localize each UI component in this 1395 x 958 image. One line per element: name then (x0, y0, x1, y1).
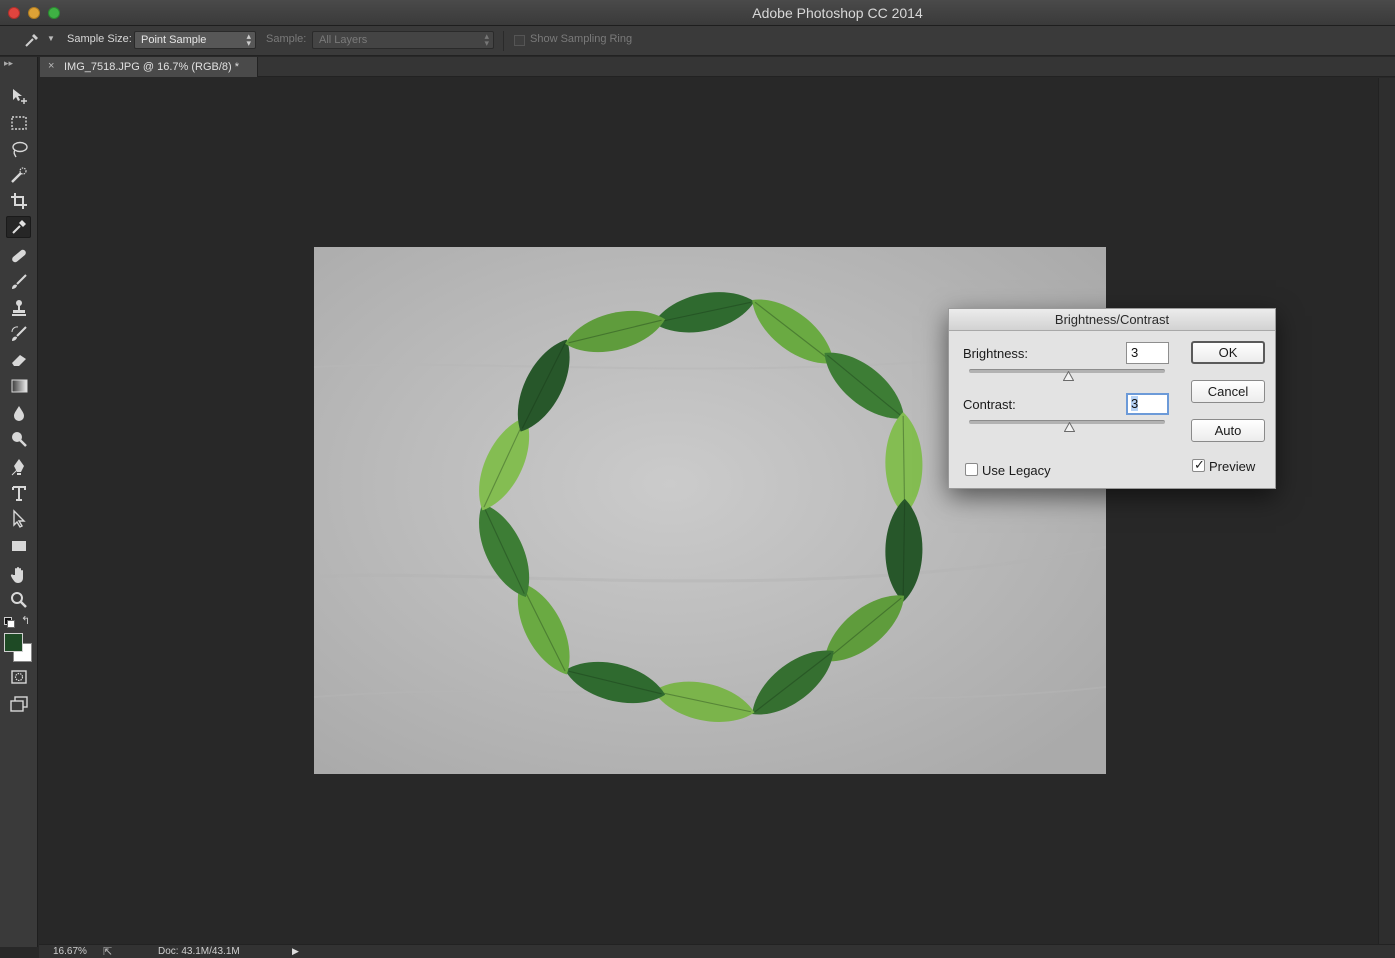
select-arrows-icon: ▴ ▾ (246, 31, 251, 48)
hand-tool[interactable] (6, 564, 31, 586)
close-tab-icon[interactable]: × (48, 60, 54, 72)
show-sampling-ring-label: Show Sampling Ring (530, 33, 633, 45)
tools-panel: ▸▸ ↰ (0, 57, 38, 947)
contrast-slider-thumb[interactable] (1064, 422, 1075, 432)
cancel-button[interactable]: Cancel (1191, 380, 1265, 403)
magnifier-icon (10, 592, 27, 608)
eraser-tool[interactable] (6, 349, 31, 371)
dodge-tool[interactable] (6, 428, 31, 450)
foreground-color-swatch[interactable] (4, 633, 23, 652)
sample-layers-value: All Layers (319, 34, 368, 46)
shape-tool[interactable] (6, 535, 31, 557)
sample-size-label: Sample Size: (67, 33, 132, 45)
swap-colors-icon[interactable]: ↰ (21, 614, 30, 627)
rectangle-icon (11, 541, 26, 551)
move-tool[interactable] (6, 85, 31, 107)
quick-mask-icon (10, 670, 27, 684)
brightness-value: 3 (1131, 345, 1139, 360)
bandage-icon (11, 249, 26, 263)
eraser-icon (11, 355, 26, 366)
document-info: Doc: 43.1M/43.1M (158, 946, 240, 957)
gradient-icon (11, 379, 27, 393)
pen-icon (11, 459, 24, 476)
status-bar: 16.67% ⇱ Doc: 43.1M/43.1M ▶ (39, 944, 1395, 958)
sample-label: Sample: (266, 33, 307, 45)
move-icon (12, 89, 27, 104)
crop-tool[interactable] (6, 190, 31, 212)
type-tool[interactable] (6, 482, 31, 504)
history-brush-tool[interactable] (6, 323, 31, 345)
title-bar: Adobe Photoshop CC 2014 (0, 0, 1395, 26)
sample-layers-select[interactable]: All Layers ▴ ▾ (312, 31, 494, 49)
use-legacy-checkbox[interactable] (965, 463, 978, 476)
lasso-icon (11, 141, 28, 158)
document-tab-label: IMG_7518.JPG @ 16.7% (RGB/8) * (64, 61, 240, 73)
brightness-input[interactable]: 3 (1126, 342, 1169, 364)
arrow-pointer-icon (12, 509, 26, 528)
pen-tool[interactable] (6, 456, 31, 478)
dodge-icon (11, 432, 27, 447)
stamp-icon (11, 300, 26, 316)
rectangular-marquee-icon (10, 116, 27, 130)
tool-preset-picker[interactable]: ▼ (20, 30, 56, 50)
brush-tool[interactable] (6, 271, 31, 293)
droplet-icon (13, 406, 24, 421)
panel-collapse-icon[interactable]: ▸▸ (4, 58, 13, 69)
hand-icon (10, 567, 23, 583)
contrast-input[interactable]: 3 (1126, 393, 1169, 415)
quick-selection-icon (10, 167, 27, 183)
zoom-tool[interactable] (6, 589, 31, 611)
document-tab[interactable]: × IMG_7518.JPG @ 16.7% (RGB/8) * (40, 57, 258, 77)
checkmark-icon: ✓ (1194, 457, 1205, 472)
screen-mode-icon (9, 696, 28, 712)
quick-selection-tool[interactable] (6, 164, 31, 186)
preview-checkbox[interactable]: ✓ (1192, 457, 1205, 472)
eyedropper-icon (11, 220, 26, 234)
brush-icon (11, 274, 27, 289)
chevron-down-icon: ▼ (47, 34, 55, 43)
marquee-tool[interactable] (6, 112, 31, 134)
sample-size-select[interactable]: Point Sample ▴ ▾ (134, 31, 256, 49)
options-bar: ▼ Sample Size: Point Sample ▴ ▾ Sample: A… (0, 26, 1395, 56)
blur-tool[interactable] (6, 402, 31, 424)
history-brush-icon (10, 326, 27, 341)
preview-label: Preview (1209, 459, 1256, 474)
auto-button[interactable]: Auto (1191, 419, 1265, 442)
clone-stamp-tool[interactable] (6, 297, 31, 319)
screen-mode[interactable] (6, 693, 31, 715)
contrast-label: Contrast: (963, 397, 1016, 412)
use-legacy-label: Use Legacy (982, 463, 1051, 478)
zoom-level[interactable]: 16.67% (53, 946, 87, 957)
eyedropper-icon (25, 34, 38, 47)
type-icon (11, 486, 26, 501)
healing-brush-tool[interactable] (6, 245, 31, 267)
select-arrows-icon: ▴ ▾ (484, 31, 489, 48)
dialog-title: Brightness/Contrast (949, 309, 1275, 331)
document-tab-bar: × IMG_7518.JPG @ 16.7% (RGB/8) * (40, 57, 1395, 77)
brightness-label: Brightness: (963, 346, 1029, 361)
quick-mask-mode[interactable] (6, 666, 31, 688)
default-colors-icon[interactable] (4, 617, 15, 628)
export-icon[interactable]: ⇱ (103, 945, 112, 958)
status-menu-arrow-icon[interactable]: ▶ (292, 946, 299, 957)
contrast-value: 3 (1131, 396, 1139, 411)
path-selection-tool[interactable] (6, 508, 31, 530)
lasso-tool[interactable] (6, 138, 31, 160)
separator (503, 31, 504, 51)
gradient-tool[interactable] (6, 375, 31, 397)
eyedropper-tool[interactable] (6, 216, 31, 238)
ok-button[interactable]: OK (1191, 341, 1265, 364)
app-title: Adobe Photoshop CC 2014 (752, 5, 923, 21)
brightness-contrast-dialog: Brightness/Contrast Brightness: 3 Contra… (948, 308, 1276, 489)
sample-size-value: Point Sample (141, 34, 207, 46)
brightness-slider-thumb[interactable] (1063, 371, 1074, 381)
show-sampling-ring-checkbox[interactable] (514, 35, 525, 46)
vertical-scrollbar[interactable] (1378, 78, 1395, 944)
crop-icon (10, 193, 27, 209)
